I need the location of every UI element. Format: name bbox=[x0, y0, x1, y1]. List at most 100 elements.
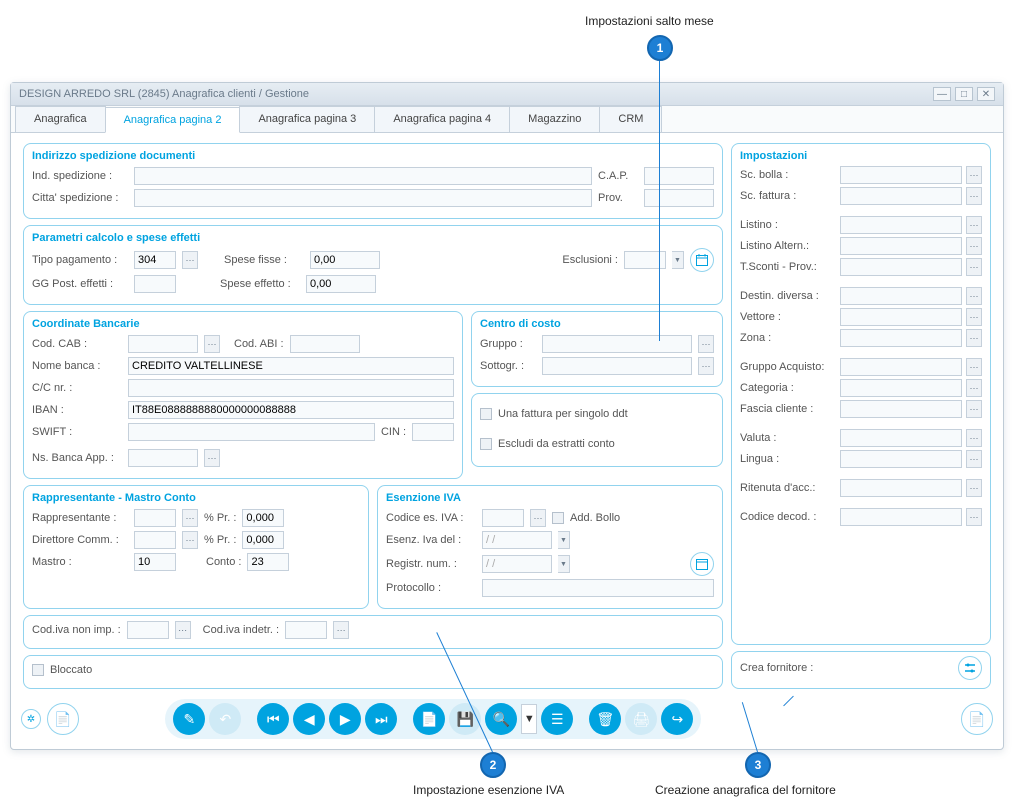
impost-input[interactable] bbox=[840, 187, 962, 205]
tab-anagrafica-2[interactable]: Anagrafica pagina 2 bbox=[105, 107, 241, 133]
lookup-sottogr[interactable]: ⋯ bbox=[698, 357, 714, 375]
input-codiva-indetr[interactable] bbox=[285, 621, 327, 639]
impost-lookup[interactable]: ⋯ bbox=[966, 258, 982, 276]
impost-input[interactable] bbox=[840, 429, 962, 447]
prev-button[interactable]: ◀ bbox=[293, 703, 325, 735]
impost-input[interactable] bbox=[840, 287, 962, 305]
input-tipo-pagamento[interactable] bbox=[134, 251, 176, 269]
list-button[interactable]: ☰ bbox=[541, 703, 573, 735]
lookup-cod-cab[interactable]: ⋯ bbox=[204, 335, 220, 353]
input-perc-dir[interactable] bbox=[242, 531, 284, 549]
impost-input[interactable] bbox=[840, 308, 962, 326]
impost-input[interactable] bbox=[840, 166, 962, 184]
input-cin[interactable] bbox=[412, 423, 454, 441]
input-registr-num[interactable] bbox=[482, 555, 552, 573]
impost-input[interactable] bbox=[840, 450, 962, 468]
input-gruppo[interactable] bbox=[542, 335, 692, 353]
input-rappresentante[interactable] bbox=[134, 509, 176, 527]
lookup-codice-es-iva[interactable]: ⋯ bbox=[530, 509, 546, 527]
impost-lookup[interactable]: ⋯ bbox=[966, 308, 982, 326]
impost-lookup[interactable]: ⋯ bbox=[966, 450, 982, 468]
input-cap[interactable] bbox=[644, 167, 714, 185]
input-banca-app[interactable] bbox=[128, 449, 198, 467]
doc2-button[interactable]: 📄 bbox=[961, 703, 993, 735]
tab-anagrafica-3[interactable]: Anagrafica pagina 3 bbox=[239, 106, 375, 132]
tab-anagrafica-4[interactable]: Anagrafica pagina 4 bbox=[374, 106, 510, 132]
impost-input[interactable] bbox=[840, 237, 962, 255]
lookup-direttore[interactable]: ⋯ bbox=[182, 531, 198, 549]
impost-lookup[interactable]: ⋯ bbox=[966, 237, 982, 255]
impost-input[interactable] bbox=[840, 358, 962, 376]
close-button[interactable]: ✕ bbox=[977, 87, 995, 101]
input-spese-effetto[interactable] bbox=[306, 275, 376, 293]
search-dropdown[interactable]: ▼ bbox=[521, 704, 537, 734]
impost-input[interactable] bbox=[840, 258, 962, 276]
input-cod-abi[interactable] bbox=[290, 335, 360, 353]
impost-lookup[interactable]: ⋯ bbox=[966, 379, 982, 397]
impost-lookup[interactable]: ⋯ bbox=[966, 166, 982, 184]
checkbox-escludi-estratti[interactable] bbox=[480, 438, 492, 450]
impost-lookup[interactable]: ⋯ bbox=[966, 479, 982, 497]
input-spese-fisse[interactable] bbox=[310, 251, 380, 269]
input-swift[interactable] bbox=[128, 423, 375, 441]
tab-magazzino[interactable]: Magazzino bbox=[509, 106, 600, 132]
input-citta-spedizione[interactable] bbox=[134, 189, 592, 207]
gear-small-button[interactable]: ✲ bbox=[21, 709, 41, 729]
impost-input[interactable] bbox=[840, 508, 962, 526]
checkbox-add-bollo[interactable] bbox=[552, 512, 564, 524]
button-salto-mese[interactable] bbox=[690, 248, 714, 272]
impost-input[interactable] bbox=[840, 329, 962, 347]
input-mastro[interactable] bbox=[134, 553, 176, 571]
dropdown-registr-num[interactable]: ▼ bbox=[558, 555, 570, 573]
lookup-codiva-nonimp[interactable]: ⋯ bbox=[175, 621, 191, 639]
print-button[interactable]: 🖨 bbox=[625, 703, 657, 735]
lookup-banca-app[interactable]: ⋯ bbox=[204, 449, 220, 467]
input-iban[interactable] bbox=[128, 401, 454, 419]
input-cc-nr[interactable] bbox=[128, 379, 454, 397]
search-button[interactable]: 🔍 bbox=[485, 703, 517, 735]
input-direttore[interactable] bbox=[134, 531, 176, 549]
input-ind-spedizione[interactable] bbox=[134, 167, 592, 185]
input-prov[interactable] bbox=[644, 189, 714, 207]
minimize-button[interactable]: — bbox=[933, 87, 951, 101]
dropdown-esenz-del[interactable]: ▼ bbox=[558, 531, 570, 549]
impost-input[interactable] bbox=[840, 379, 962, 397]
input-cod-cab[interactable] bbox=[128, 335, 198, 353]
input-protocollo[interactable] bbox=[482, 579, 714, 597]
maximize-button[interactable]: □ bbox=[955, 87, 973, 101]
input-esenz-del[interactable] bbox=[482, 531, 552, 549]
undo-button[interactable]: ↶ bbox=[209, 703, 241, 735]
dropdown-esclusioni[interactable]: ▼ bbox=[672, 251, 684, 269]
new-doc-button[interactable]: 📄 bbox=[47, 703, 79, 735]
lookup-gruppo[interactable]: ⋯ bbox=[698, 335, 714, 353]
impost-input[interactable] bbox=[840, 479, 962, 497]
add-doc-button[interactable]: 📄 bbox=[413, 703, 445, 735]
lookup-tipo-pagamento[interactable]: ⋯ bbox=[182, 251, 198, 269]
next-button[interactable]: ▶ bbox=[329, 703, 361, 735]
impost-lookup[interactable]: ⋯ bbox=[966, 429, 982, 447]
delete-button[interactable]: 🗑 bbox=[589, 703, 621, 735]
impost-lookup[interactable]: ⋯ bbox=[966, 216, 982, 234]
input-nome-banca[interactable] bbox=[128, 357, 454, 375]
tab-anagrafica[interactable]: Anagrafica bbox=[15, 106, 106, 132]
impost-lookup[interactable]: ⋯ bbox=[966, 358, 982, 376]
exit-button[interactable]: ↪ bbox=[661, 703, 693, 735]
input-sottogr[interactable] bbox=[542, 357, 692, 375]
impost-lookup[interactable]: ⋯ bbox=[966, 329, 982, 347]
lookup-rappresentante[interactable]: ⋯ bbox=[182, 509, 198, 527]
impost-lookup[interactable]: ⋯ bbox=[966, 287, 982, 305]
input-gg-post[interactable] bbox=[134, 275, 176, 293]
impost-lookup[interactable]: ⋯ bbox=[966, 508, 982, 526]
last-button[interactable]: ⏭ bbox=[365, 703, 397, 735]
input-codice-es-iva[interactable] bbox=[482, 509, 524, 527]
button-esenzione-iva[interactable] bbox=[690, 552, 714, 576]
input-perc-rappr[interactable] bbox=[242, 509, 284, 527]
impost-input[interactable] bbox=[840, 400, 962, 418]
lookup-codiva-indetr[interactable]: ⋯ bbox=[333, 621, 349, 639]
button-crea-fornitore[interactable] bbox=[958, 656, 982, 680]
impost-lookup[interactable]: ⋯ bbox=[966, 187, 982, 205]
input-codiva-nonimp[interactable] bbox=[127, 621, 169, 639]
checkbox-bloccato[interactable] bbox=[32, 664, 44, 676]
input-conto[interactable] bbox=[247, 553, 289, 571]
edit-button[interactable]: ✎ bbox=[173, 703, 205, 735]
